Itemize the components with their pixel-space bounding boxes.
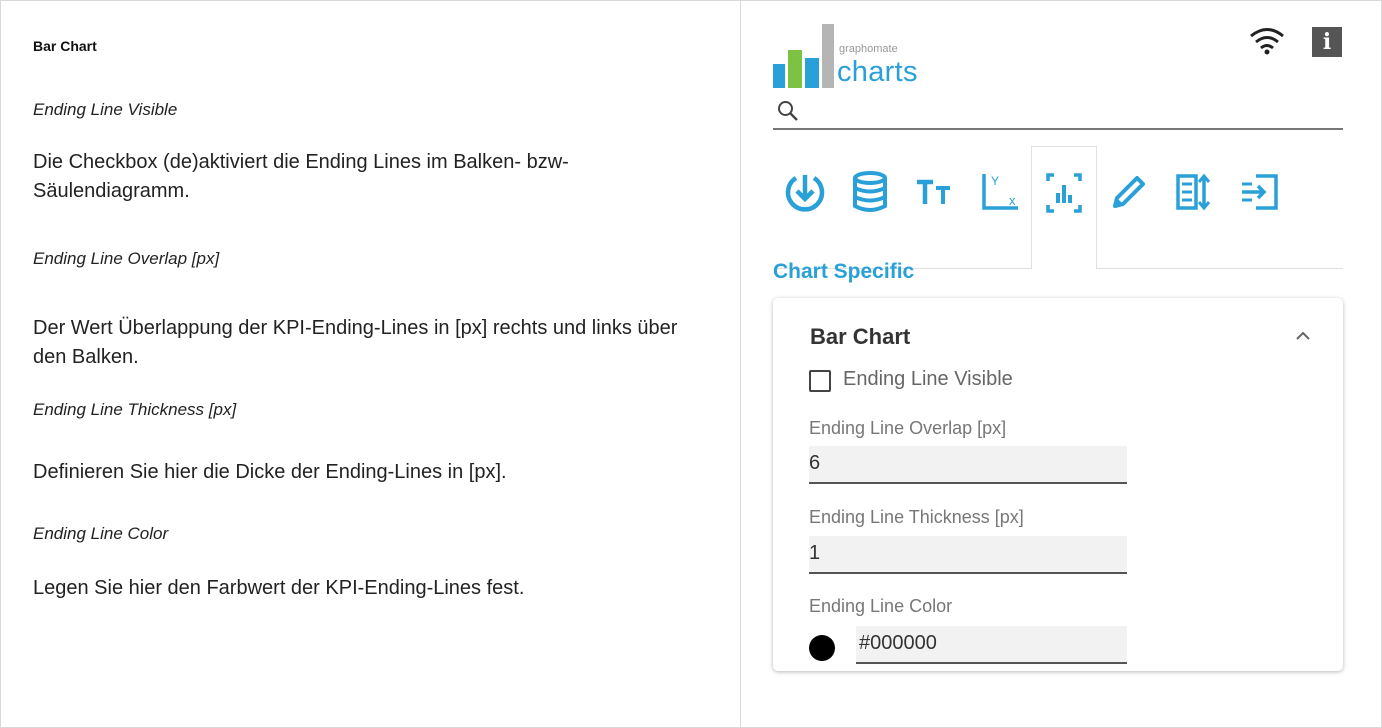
logo-small-text: graphomate bbox=[839, 43, 898, 55]
search-icon bbox=[778, 101, 798, 121]
section-title: Chart Specific bbox=[773, 260, 915, 283]
tab-import[interactable] bbox=[1228, 146, 1292, 268]
text-size-icon bbox=[917, 179, 950, 204]
svg-text:x: x bbox=[1009, 193, 1016, 208]
database-icon bbox=[853, 171, 887, 212]
doc-heading-thickness: Ending Line Thickness [px] bbox=[33, 400, 237, 419]
doc-heading-color: Ending Line Color bbox=[33, 524, 169, 543]
doc-heading-visible: Ending Line Visible bbox=[33, 100, 178, 119]
chart-specific-icon bbox=[1046, 173, 1082, 213]
tab-chart-specific[interactable] bbox=[1031, 146, 1097, 270]
settings-panel: graphomate charts i Y x Chart Specific B… bbox=[773, 0, 1343, 728]
doc-text-visible: Die Checkbox (de)aktiviert die Ending Li… bbox=[33, 148, 723, 206]
wifi-icon bbox=[1249, 27, 1285, 55]
search-bar bbox=[773, 94, 1343, 130]
doc-text-thickness: Definieren Sie hier die Dicke der Ending… bbox=[33, 461, 507, 483]
axis-icon: Y x bbox=[982, 174, 1018, 210]
ending-line-visible-checkbox[interactable] bbox=[809, 370, 831, 392]
column-divider bbox=[740, 0, 741, 728]
tab-axis[interactable]: Y x bbox=[968, 146, 1032, 268]
doc-text-overlap-content: Der Wert Überlappung der KPI-Ending-Line… bbox=[33, 317, 678, 368]
ending-line-visible-label: Ending Line Visible bbox=[843, 368, 1013, 390]
color-label: Ending Line Color bbox=[809, 596, 953, 616]
graphomate-logo: graphomate charts bbox=[773, 24, 973, 88]
download-icon bbox=[785, 175, 825, 212]
card-title: Bar Chart bbox=[810, 324, 911, 349]
color-swatch[interactable] bbox=[809, 635, 835, 661]
tab-sort[interactable] bbox=[1162, 146, 1226, 268]
logo-text: charts bbox=[837, 56, 918, 88]
color-input[interactable]: #000000 bbox=[856, 626, 1127, 664]
doc-text-visible-content: Die Checkbox (de)aktiviert die Ending Li… bbox=[33, 151, 569, 202]
pencil-icon bbox=[1113, 176, 1145, 208]
info-icon[interactable]: i bbox=[1312, 27, 1342, 57]
doc-title: Bar Chart bbox=[33, 38, 97, 54]
overlap-input[interactable]: 6 bbox=[809, 446, 1127, 484]
thickness-value: 1 bbox=[809, 542, 821, 564]
doc-heading-overlap: Ending Line Overlap [px] bbox=[33, 249, 220, 268]
toolbar-tabs: Y x bbox=[773, 146, 1343, 270]
doc-text-overlap: Der Wert Überlappung der KPI-Ending-Line… bbox=[33, 314, 723, 372]
color-value: #000000 bbox=[859, 632, 937, 654]
doc-text-color: Legen Sie hier den Farbwert der KPI-Endi… bbox=[33, 577, 525, 599]
tab-text[interactable] bbox=[903, 146, 967, 268]
search-input[interactable] bbox=[803, 96, 1337, 126]
tab-download[interactable] bbox=[773, 146, 837, 268]
import-icon bbox=[1242, 174, 1278, 210]
bar-chart-card: Bar Chart Ending Line Visible Ending Lin… bbox=[773, 298, 1343, 671]
tab-style[interactable] bbox=[1097, 146, 1161, 268]
svg-text:Y: Y bbox=[991, 174, 999, 188]
chevron-up-icon[interactable] bbox=[1293, 326, 1313, 346]
sort-icon bbox=[1176, 173, 1211, 211]
thickness-input[interactable]: 1 bbox=[809, 536, 1127, 574]
overlap-value: 6 bbox=[809, 452, 821, 474]
thickness-label: Ending Line Thickness [px] bbox=[809, 507, 1024, 527]
overlap-label: Ending Line Overlap [px] bbox=[809, 418, 1007, 438]
tab-data[interactable] bbox=[838, 146, 902, 268]
